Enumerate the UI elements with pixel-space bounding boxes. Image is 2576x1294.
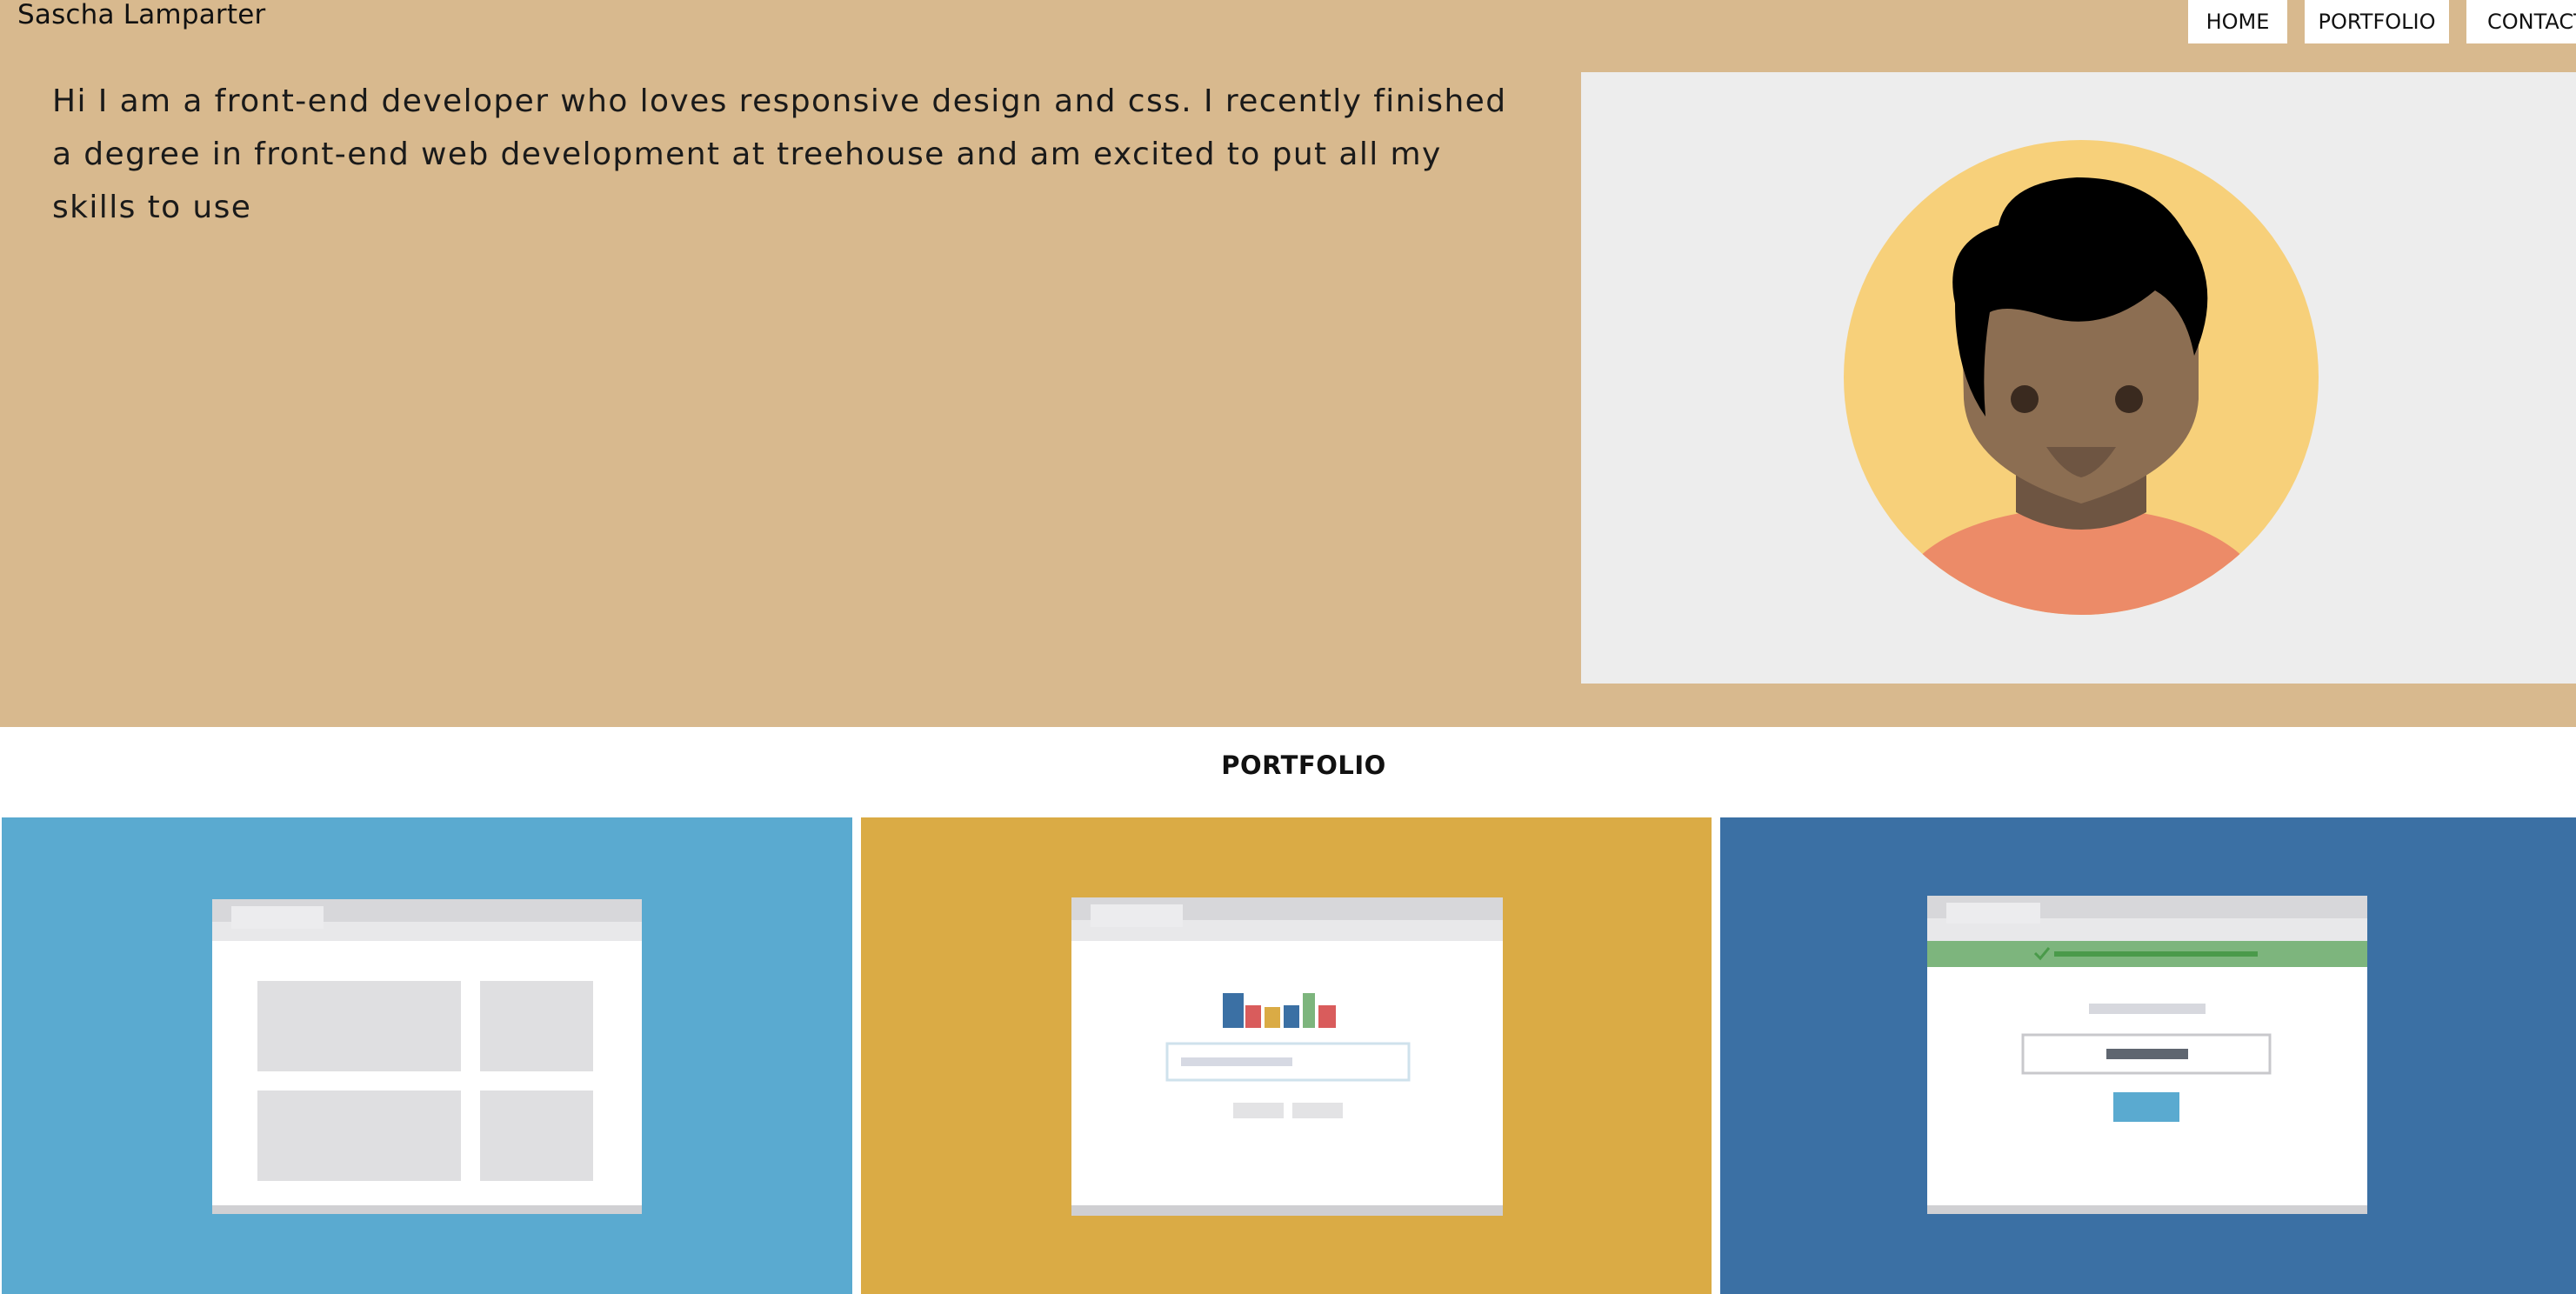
- login-form-icon: [1927, 896, 2367, 1214]
- intro-text: Hi I am a front-end developer who loves …: [52, 83, 1507, 225]
- avatar-panel: [1581, 72, 2576, 684]
- portfolio-item-layout[interactable]: [2, 817, 852, 1294]
- portfolio-item-dashboard[interactable]: [861, 817, 1712, 1294]
- portfolio-heading: PORTFOLIO: [1221, 750, 1386, 780]
- layout-grid-icon: [212, 899, 642, 1214]
- nav-contact[interactable]: CONTACT: [2466, 0, 2576, 43]
- portfolio-grid: [0, 817, 2576, 1294]
- hero-section: Sascha Lamparter HOME PORTFOLIO CONTACT …: [0, 0, 2576, 727]
- nav-home[interactable]: HOME: [2188, 0, 2287, 43]
- page: Sascha Lamparter HOME PORTFOLIO CONTACT …: [0, 0, 2576, 1294]
- site-name[interactable]: Sascha Lamparter: [17, 0, 265, 30]
- avatar-icon: [1844, 140, 2319, 615]
- main-nav: HOME PORTFOLIO CONTACT: [2188, 0, 2576, 43]
- nav-portfolio[interactable]: PORTFOLIO: [2305, 0, 2449, 43]
- dashboard-chart-icon: [1071, 897, 1503, 1216]
- portfolio-item-login[interactable]: [1720, 817, 2576, 1294]
